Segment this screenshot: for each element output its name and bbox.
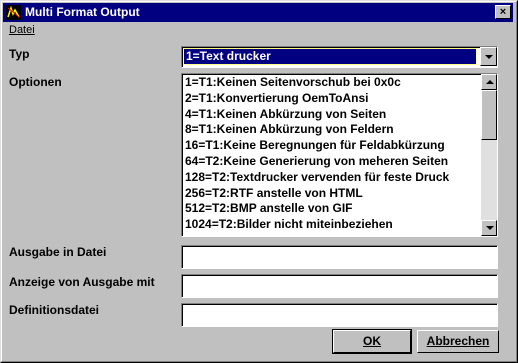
dropdown-button[interactable]: [480, 47, 497, 66]
optionen-items: 1=T1:Keinen Seitenvorschub bei 0x0c 2=T1…: [184, 75, 479, 233]
optionen-listbox[interactable]: 1=T1:Keinen Seitenvorschub bei 0x0c 2=T1…: [181, 73, 498, 237]
menu-bar: Datei: [3, 23, 513, 40]
list-item[interactable]: 256=T2:RTF anstelle von HTML: [184, 186, 479, 202]
typ-selected-value: 1=Text drucker: [183, 48, 477, 65]
definitionsdatei-field[interactable]: [181, 303, 498, 327]
list-item[interactable]: 8=T1:Keinen Abkürzung von Feldern: [184, 122, 479, 138]
cancel-button[interactable]: Abbrechen: [417, 330, 499, 353]
anzeige-ausgabe-frame: [182, 275, 497, 297]
title-bar[interactable]: Multi Format Output ×: [3, 3, 513, 22]
close-button[interactable]: ×: [495, 5, 511, 19]
list-item[interactable]: 128=T2:Textdrucker vervenden für feste D…: [184, 170, 479, 186]
scroll-thumb[interactable]: [481, 90, 497, 140]
list-item[interactable]: 64=T2:Keine Generierung von meheren Seit…: [184, 154, 479, 170]
typ-dropdown[interactable]: 1=Text drucker: [181, 46, 498, 68]
scroll-down-button[interactable]: [481, 220, 497, 236]
ausgabe-datei-field[interactable]: [181, 245, 498, 269]
chevron-up-icon: [486, 80, 494, 84]
app-icon: [6, 5, 21, 20]
scroll-up-button[interactable]: [481, 74, 497, 90]
ok-button-label: OK: [363, 334, 381, 348]
close-icon: ×: [499, 6, 507, 18]
anzeige-ausgabe-label: Anzeige von Ausgabe mit: [9, 275, 155, 289]
list-item[interactable]: 2=T1:Konvertierung OemToAnsi: [184, 91, 479, 107]
ok-button[interactable]: OK: [332, 329, 412, 354]
menu-datei[interactable]: Datei: [9, 24, 35, 36]
list-item[interactable]: 1=T1:Keinen Seitenvorschub bei 0x0c: [184, 75, 479, 91]
typ-label: Typ: [9, 47, 30, 61]
chevron-down-icon: [486, 226, 494, 230]
dialog-window: Multi Format Output × Datei Typ 1=Text d…: [0, 0, 518, 363]
chevron-down-icon: [485, 55, 493, 59]
list-item[interactable]: 512=T2:BMP anstelle von GIF: [184, 201, 479, 217]
optionen-scrollbar[interactable]: [481, 74, 497, 236]
optionen-label: Optionen: [9, 75, 62, 89]
ausgabe-datei-frame: [182, 246, 497, 268]
cancel-button-label: Abbrechen: [426, 334, 490, 348]
list-item[interactable]: 16=T1:Keine Beregnungen für Feldabkürzun…: [184, 138, 479, 154]
window-title: Multi Format Output: [25, 5, 140, 19]
list-item[interactable]: 4=T1:Keinen Abkürzung von Seiten: [184, 107, 479, 123]
list-item[interactable]: 1024=T2:Bilder nicht miteinbeziehen: [184, 217, 479, 233]
definitionsdatei-label: Definitionsdatei: [9, 303, 100, 317]
definitionsdatei-frame: [182, 304, 497, 326]
ausgabe-datei-label: Ausgabe in Datei: [9, 245, 107, 259]
anzeige-ausgabe-field[interactable]: [181, 274, 498, 298]
